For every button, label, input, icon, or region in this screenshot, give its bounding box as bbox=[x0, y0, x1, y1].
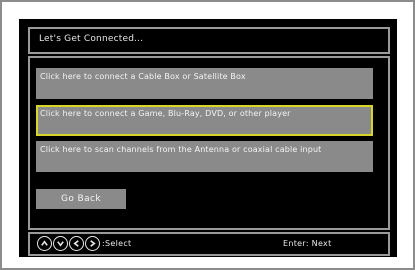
arrow-right-icon bbox=[85, 236, 100, 251]
tv-screen: Let's Get Connected... Click here to con… bbox=[19, 19, 397, 257]
option-game-bluray-dvd[interactable]: Click here to connect a Game, Blu-Ray, D… bbox=[36, 105, 373, 136]
title-bar: Let's Get Connected... bbox=[28, 27, 390, 54]
outer-frame: Let's Get Connected... Click here to con… bbox=[0, 0, 415, 270]
footer-bar: :Select Enter: Next bbox=[28, 232, 390, 256]
option-label: Click here to scan channels from the Ant… bbox=[40, 145, 322, 154]
arrow-up-icon bbox=[37, 236, 52, 251]
arrow-left-icon bbox=[69, 236, 84, 251]
option-scan-antenna[interactable]: Click here to scan channels from the Ant… bbox=[36, 141, 373, 172]
enter-next-hint: Enter: Next bbox=[283, 239, 332, 248]
option-label: Click here to connect a Cable Box or Sat… bbox=[40, 72, 246, 81]
arrow-down-icon bbox=[53, 236, 68, 251]
page-title: Let's Get Connected... bbox=[39, 34, 144, 44]
option-cable-satellite[interactable]: Click here to connect a Cable Box or Sat… bbox=[36, 68, 373, 99]
select-hint: :Select bbox=[102, 239, 132, 248]
content-panel: Click here to connect a Cable Box or Sat… bbox=[28, 56, 390, 230]
nav-icons bbox=[37, 236, 100, 251]
go-back-button[interactable]: Go Back bbox=[36, 189, 126, 209]
option-label: Click here to connect a Game, Blu-Ray, D… bbox=[40, 109, 291, 118]
